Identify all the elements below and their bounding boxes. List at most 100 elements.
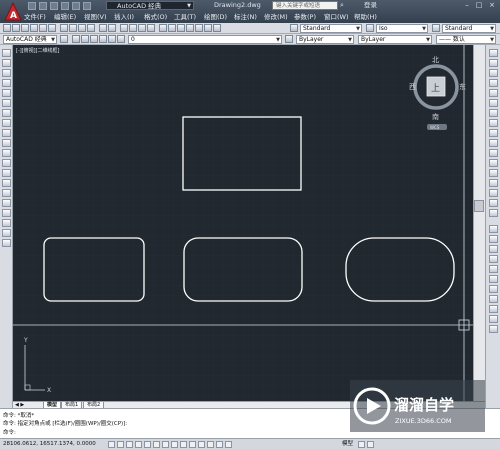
menu-window[interactable]: 窗口(W) bbox=[324, 11, 349, 23]
snap-midpoint-icon[interactable] bbox=[489, 235, 498, 243]
join-icon[interactable] bbox=[489, 179, 498, 187]
search-input[interactable]: 键入关键字或短语 bbox=[272, 1, 338, 10]
calculator-icon[interactable] bbox=[204, 24, 212, 32]
preview-icon[interactable] bbox=[39, 24, 47, 32]
scale-icon[interactable] bbox=[489, 119, 498, 127]
layer-properties-icon[interactable] bbox=[72, 35, 80, 43]
open-icon[interactable] bbox=[12, 24, 20, 32]
snap-intersection-icon[interactable] bbox=[489, 245, 498, 253]
rotate-icon[interactable] bbox=[489, 109, 498, 117]
menu-modify[interactable]: 修改(M) bbox=[264, 11, 288, 23]
revision-cloud-icon[interactable] bbox=[2, 119, 11, 127]
move-icon[interactable] bbox=[489, 99, 498, 107]
copy-icon[interactable] bbox=[69, 24, 77, 32]
snap-none-icon[interactable] bbox=[489, 315, 498, 323]
spline-icon[interactable] bbox=[2, 129, 11, 137]
fillet-icon[interactable] bbox=[489, 199, 498, 207]
pan-icon[interactable] bbox=[120, 24, 128, 32]
menu-file[interactable]: 文件(F) bbox=[24, 11, 46, 23]
object-snap-icon[interactable] bbox=[153, 441, 160, 448]
menu-insert[interactable]: 插入(I) bbox=[114, 11, 134, 23]
infer-constraints-icon[interactable] bbox=[108, 441, 115, 448]
paste-icon[interactable] bbox=[78, 24, 86, 32]
snap-parallel-icon[interactable] bbox=[489, 295, 498, 303]
region-icon[interactable] bbox=[2, 209, 11, 217]
coordinate-readout[interactable]: 28106.0612, 16517.1374, 0.0000 bbox=[3, 440, 96, 449]
menu-format[interactable]: 格式(O) bbox=[144, 11, 167, 23]
menu-edit[interactable]: 编辑(E) bbox=[54, 11, 76, 23]
menu-help[interactable]: 帮助(H) bbox=[354, 11, 377, 23]
undo-icon[interactable] bbox=[99, 24, 107, 32]
menu-dimension[interactable]: 标注(N) bbox=[234, 11, 257, 23]
snap-center-icon[interactable] bbox=[489, 255, 498, 263]
transparency-icon[interactable] bbox=[207, 441, 214, 448]
minimize-button[interactable]: – bbox=[462, 1, 472, 10]
app-logo-button[interactable]: A bbox=[2, 1, 24, 22]
workspace-select[interactable]: AutoCAD 经典 ▼ bbox=[3, 35, 57, 44]
print-icon[interactable] bbox=[30, 24, 38, 32]
object-snap-tracking-icon[interactable] bbox=[171, 441, 178, 448]
help-icon[interactable] bbox=[213, 24, 221, 32]
mirror-icon[interactable] bbox=[489, 69, 498, 77]
dim-style-select[interactable]: Iso ▼ bbox=[376, 24, 428, 33]
erase-icon[interactable] bbox=[489, 49, 498, 57]
gradient-icon[interactable] bbox=[2, 199, 11, 207]
array-icon[interactable] bbox=[489, 89, 498, 97]
sheet-set-icon[interactable] bbox=[186, 24, 194, 32]
snap-perpendicular-icon[interactable] bbox=[489, 285, 498, 293]
maximize-button[interactable]: □ bbox=[474, 1, 484, 10]
ortho-mode-icon[interactable] bbox=[135, 441, 142, 448]
dynamic-input-icon[interactable] bbox=[189, 441, 196, 448]
menu-view[interactable]: 视图(V) bbox=[84, 11, 107, 23]
new-file-icon[interactable] bbox=[28, 2, 36, 10]
copy-object-icon[interactable] bbox=[489, 59, 498, 67]
markup-icon[interactable] bbox=[195, 24, 203, 32]
line-icon[interactable] bbox=[2, 49, 11, 57]
open-file-icon[interactable] bbox=[39, 2, 47, 10]
scrollbar-thumb[interactable] bbox=[474, 200, 484, 212]
save-icon[interactable] bbox=[50, 2, 58, 10]
layer-lock-icon[interactable] bbox=[117, 35, 125, 43]
polar-tracking-icon[interactable] bbox=[144, 441, 151, 448]
osnap-settings-icon[interactable] bbox=[489, 325, 498, 333]
snap-endpoint-icon[interactable] bbox=[489, 225, 498, 233]
model-space-toggle[interactable]: 模型 bbox=[342, 440, 353, 449]
layer-freeze-icon[interactable] bbox=[108, 35, 116, 43]
table-style-select[interactable]: Standard ▼ bbox=[442, 24, 496, 33]
snap-tangent-icon[interactable] bbox=[489, 275, 498, 283]
properties-icon[interactable] bbox=[159, 24, 167, 32]
layer-previous-icon[interactable] bbox=[90, 35, 98, 43]
quick-view-drawings-icon[interactable] bbox=[367, 441, 374, 448]
redo-icon[interactable] bbox=[83, 2, 91, 10]
command-prompt[interactable]: 命令: bbox=[3, 428, 16, 436]
stretch-icon[interactable] bbox=[489, 129, 498, 137]
break-at-point-icon[interactable] bbox=[489, 159, 498, 167]
layer-state-icon[interactable] bbox=[81, 35, 89, 43]
multiline-text-icon[interactable] bbox=[2, 229, 11, 237]
match-properties-icon[interactable] bbox=[87, 24, 95, 32]
zoom-realtime-icon[interactable] bbox=[129, 24, 137, 32]
login-button[interactable]: 登录 bbox=[364, 1, 404, 10]
save-icon[interactable] bbox=[21, 24, 29, 32]
make-current-layer-icon[interactable] bbox=[285, 35, 293, 43]
zoom-window-icon[interactable] bbox=[138, 24, 146, 32]
snap-quadrant-icon[interactable] bbox=[489, 265, 498, 273]
arc-icon[interactable] bbox=[2, 99, 11, 107]
publish-icon[interactable] bbox=[48, 24, 56, 32]
redo-icon[interactable] bbox=[108, 24, 116, 32]
search-icon[interactable]: ⌕ bbox=[340, 1, 350, 10]
quick-view-layouts-icon[interactable] bbox=[358, 441, 365, 448]
make-block-icon[interactable] bbox=[2, 169, 11, 177]
new-icon[interactable] bbox=[3, 24, 11, 32]
color-select[interactable]: ByLayer ▼ bbox=[296, 35, 354, 44]
lineweight-select[interactable]: —— 数认 ▼ bbox=[436, 35, 496, 44]
construction-line-icon[interactable] bbox=[2, 59, 11, 67]
rectangle-icon[interactable] bbox=[2, 89, 11, 97]
3d-object-snap-icon[interactable] bbox=[162, 441, 169, 448]
quick-properties-icon[interactable] bbox=[216, 441, 223, 448]
ellipse-icon[interactable] bbox=[2, 139, 11, 147]
lineweight-toggle-icon[interactable] bbox=[198, 441, 205, 448]
polyline-icon[interactable] bbox=[2, 69, 11, 77]
vertical-scrollbar[interactable] bbox=[473, 45, 485, 401]
drawing-area[interactable]: Y X 上 北 南 东 西 WCS [-][俯视][二维线框] bbox=[13, 45, 473, 401]
